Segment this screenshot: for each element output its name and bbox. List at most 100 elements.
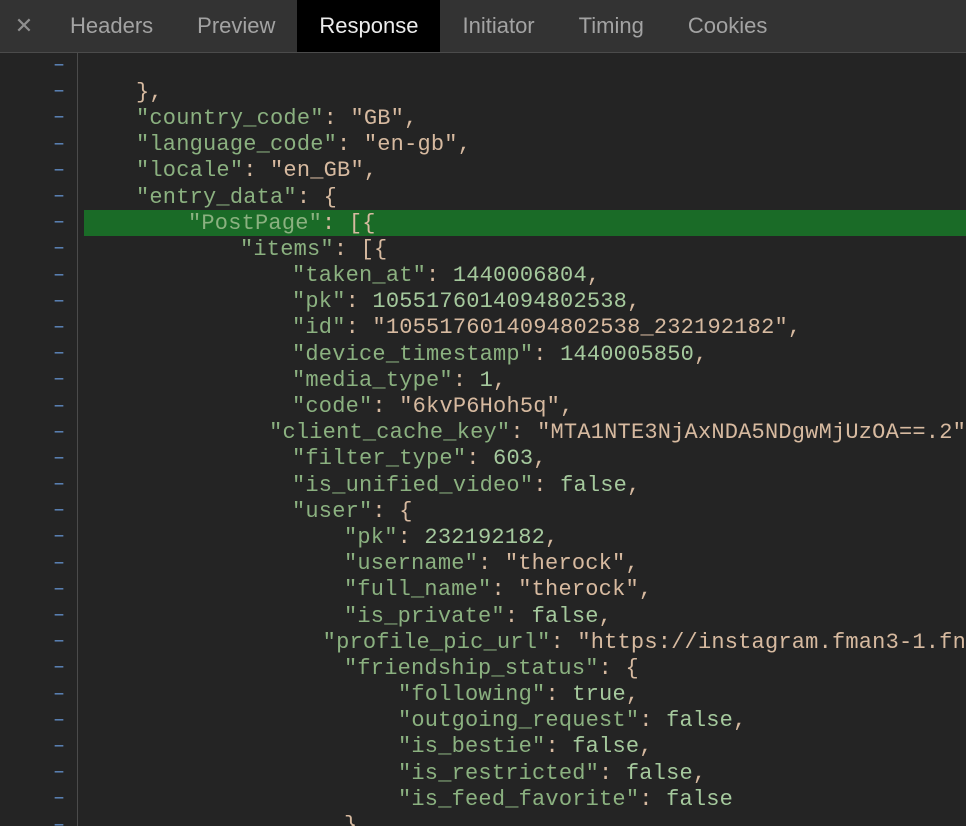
token-pun: , [639,577,652,602]
fold-toggle[interactable]: – [0,420,77,446]
code-line[interactable]: "user": { [84,498,966,524]
fold-gutter[interactable]: –––––––––––––––––––––––––––––– [0,53,78,826]
fold-toggle[interactable]: – [0,708,77,734]
code-line[interactable]: "username": "therock", [84,551,966,577]
code-line[interactable]: "country_code": "GB", [84,105,966,131]
token-str: "en_GB" [270,158,364,183]
code-line[interactable]: "friendship_status": { [84,655,966,681]
code-line[interactable]: "id": "1055176014094802538_232192182", [84,315,966,341]
code-line[interactable]: "is_unified_video": false, [84,472,966,498]
token-key: "entry_data" [136,185,297,210]
collapse-icon: – [53,580,65,600]
fold-toggle[interactable]: – [0,498,77,524]
code-line[interactable]: "device_timestamp": 1440005850, [84,341,966,367]
token-str: "GB" [350,106,404,131]
fold-toggle[interactable]: – [0,236,77,262]
token-str: "en-gb" [364,132,458,157]
code-line[interactable]: "pk": 232192182, [84,524,966,550]
fold-toggle[interactable]: – [0,551,77,577]
fold-toggle[interactable]: – [0,79,77,105]
collapse-icon: – [53,554,65,574]
token-pun: , [639,734,652,759]
fold-toggle[interactable]: – [0,524,77,550]
collapse-icon: – [53,397,65,417]
code-line[interactable]: }, [84,812,966,826]
fold-toggle[interactable]: – [0,184,77,210]
fold-toggle[interactable]: – [0,760,77,786]
token-pun: : [398,525,425,550]
code-line[interactable]: "is_bestie": false, [84,734,966,760]
code-line[interactable]: "media_type": 1, [84,367,966,393]
code-line[interactable]: "profile_pic_url": "https://instagram.fm… [84,629,966,655]
token-key: "friendship_status" [344,656,599,681]
code-line[interactable]: }, [84,79,966,105]
code-line[interactable]: "full_name": "therock", [84,577,966,603]
fold-toggle[interactable]: – [0,393,77,419]
code-line[interactable]: "is_feed_favorite": false [84,786,966,812]
fold-toggle[interactable]: – [0,105,77,131]
code-line[interactable]: "filter_type": 603, [84,446,966,472]
fold-toggle[interactable]: – [0,158,77,184]
fold-toggle[interactable]: – [0,812,77,826]
collapse-icon: – [53,318,65,338]
token-num: 1 [480,368,493,393]
tab-timing[interactable]: Timing [557,0,666,52]
code-line[interactable]: "items": [{ [84,236,966,262]
code-line[interactable]: "locale": "en_GB", [84,158,966,184]
token-pun: : [466,446,493,471]
fold-toggle[interactable]: – [0,315,77,341]
token-pun: : { [599,656,639,681]
code-line[interactable]: "outgoing_request": false, [84,708,966,734]
network-tabs: ✕ Headers Preview Response Initiator Tim… [0,0,966,53]
token-pun: , [627,289,640,314]
token-pun: , [733,708,746,733]
fold-toggle[interactable]: – [0,263,77,289]
code-line[interactable]: "is_private": false, [84,603,966,629]
token-num: 1440005850 [560,342,694,367]
fold-toggle[interactable]: – [0,210,77,236]
collapse-icon: – [53,108,65,128]
token-pun: : [533,473,560,498]
fold-toggle[interactable]: – [0,132,77,158]
token-pun: , [560,394,573,419]
tab-headers[interactable]: Headers [48,0,175,52]
code-line[interactable]: "is_restricted": false, [84,760,966,786]
code-line[interactable]: "language_code": "en-gb", [84,132,966,158]
collapse-icon: – [53,344,65,364]
fold-toggle[interactable]: – [0,682,77,708]
code-line[interactable]: "code": "6kvP6Hoh5q", [84,393,966,419]
token-pun: , [545,525,558,550]
code-line[interactable]: "taken_at": 1440006804, [84,263,966,289]
token-str: "therock" [518,577,639,602]
fold-toggle[interactable]: – [0,341,77,367]
fold-toggle[interactable]: – [0,577,77,603]
fold-toggle[interactable]: – [0,446,77,472]
code-line[interactable] [84,53,966,79]
fold-toggle[interactable]: – [0,289,77,315]
token-num: 1440006804 [453,263,587,288]
close-icon[interactable]: ✕ [0,0,48,52]
collapse-icon: – [53,527,65,547]
fold-toggle[interactable]: – [0,472,77,498]
tab-cookies[interactable]: Cookies [666,0,789,52]
fold-toggle[interactable]: – [0,734,77,760]
tab-initiator[interactable]: Initiator [440,0,556,52]
code-line[interactable]: "pk": 1055176014094802538, [84,289,966,315]
token-str: "MTA1NTE3NjAxNDA5NDgwMjUzOA==.2" [537,420,966,445]
token-bool: true [572,682,626,707]
response-body[interactable]: },"country_code": "GB","language_code": … [78,53,966,826]
fold-toggle[interactable]: – [0,367,77,393]
fold-toggle[interactable]: – [0,603,77,629]
code-line[interactable]: "entry_data": { [84,184,966,210]
tab-response[interactable]: Response [297,0,440,52]
fold-toggle[interactable]: – [0,629,77,655]
code-line[interactable]: "client_cache_key": "MTA1NTE3NjAxNDA5NDg… [84,420,966,446]
code-line[interactable]: "PostPage": [{ [84,210,966,236]
tab-preview[interactable]: Preview [175,0,297,52]
fold-toggle[interactable]: – [0,53,77,79]
fold-toggle[interactable]: – [0,655,77,681]
code-line[interactable]: "following": true, [84,682,966,708]
fold-toggle[interactable]: – [0,786,77,812]
token-pun: , [493,368,506,393]
token-pun: : [453,368,480,393]
